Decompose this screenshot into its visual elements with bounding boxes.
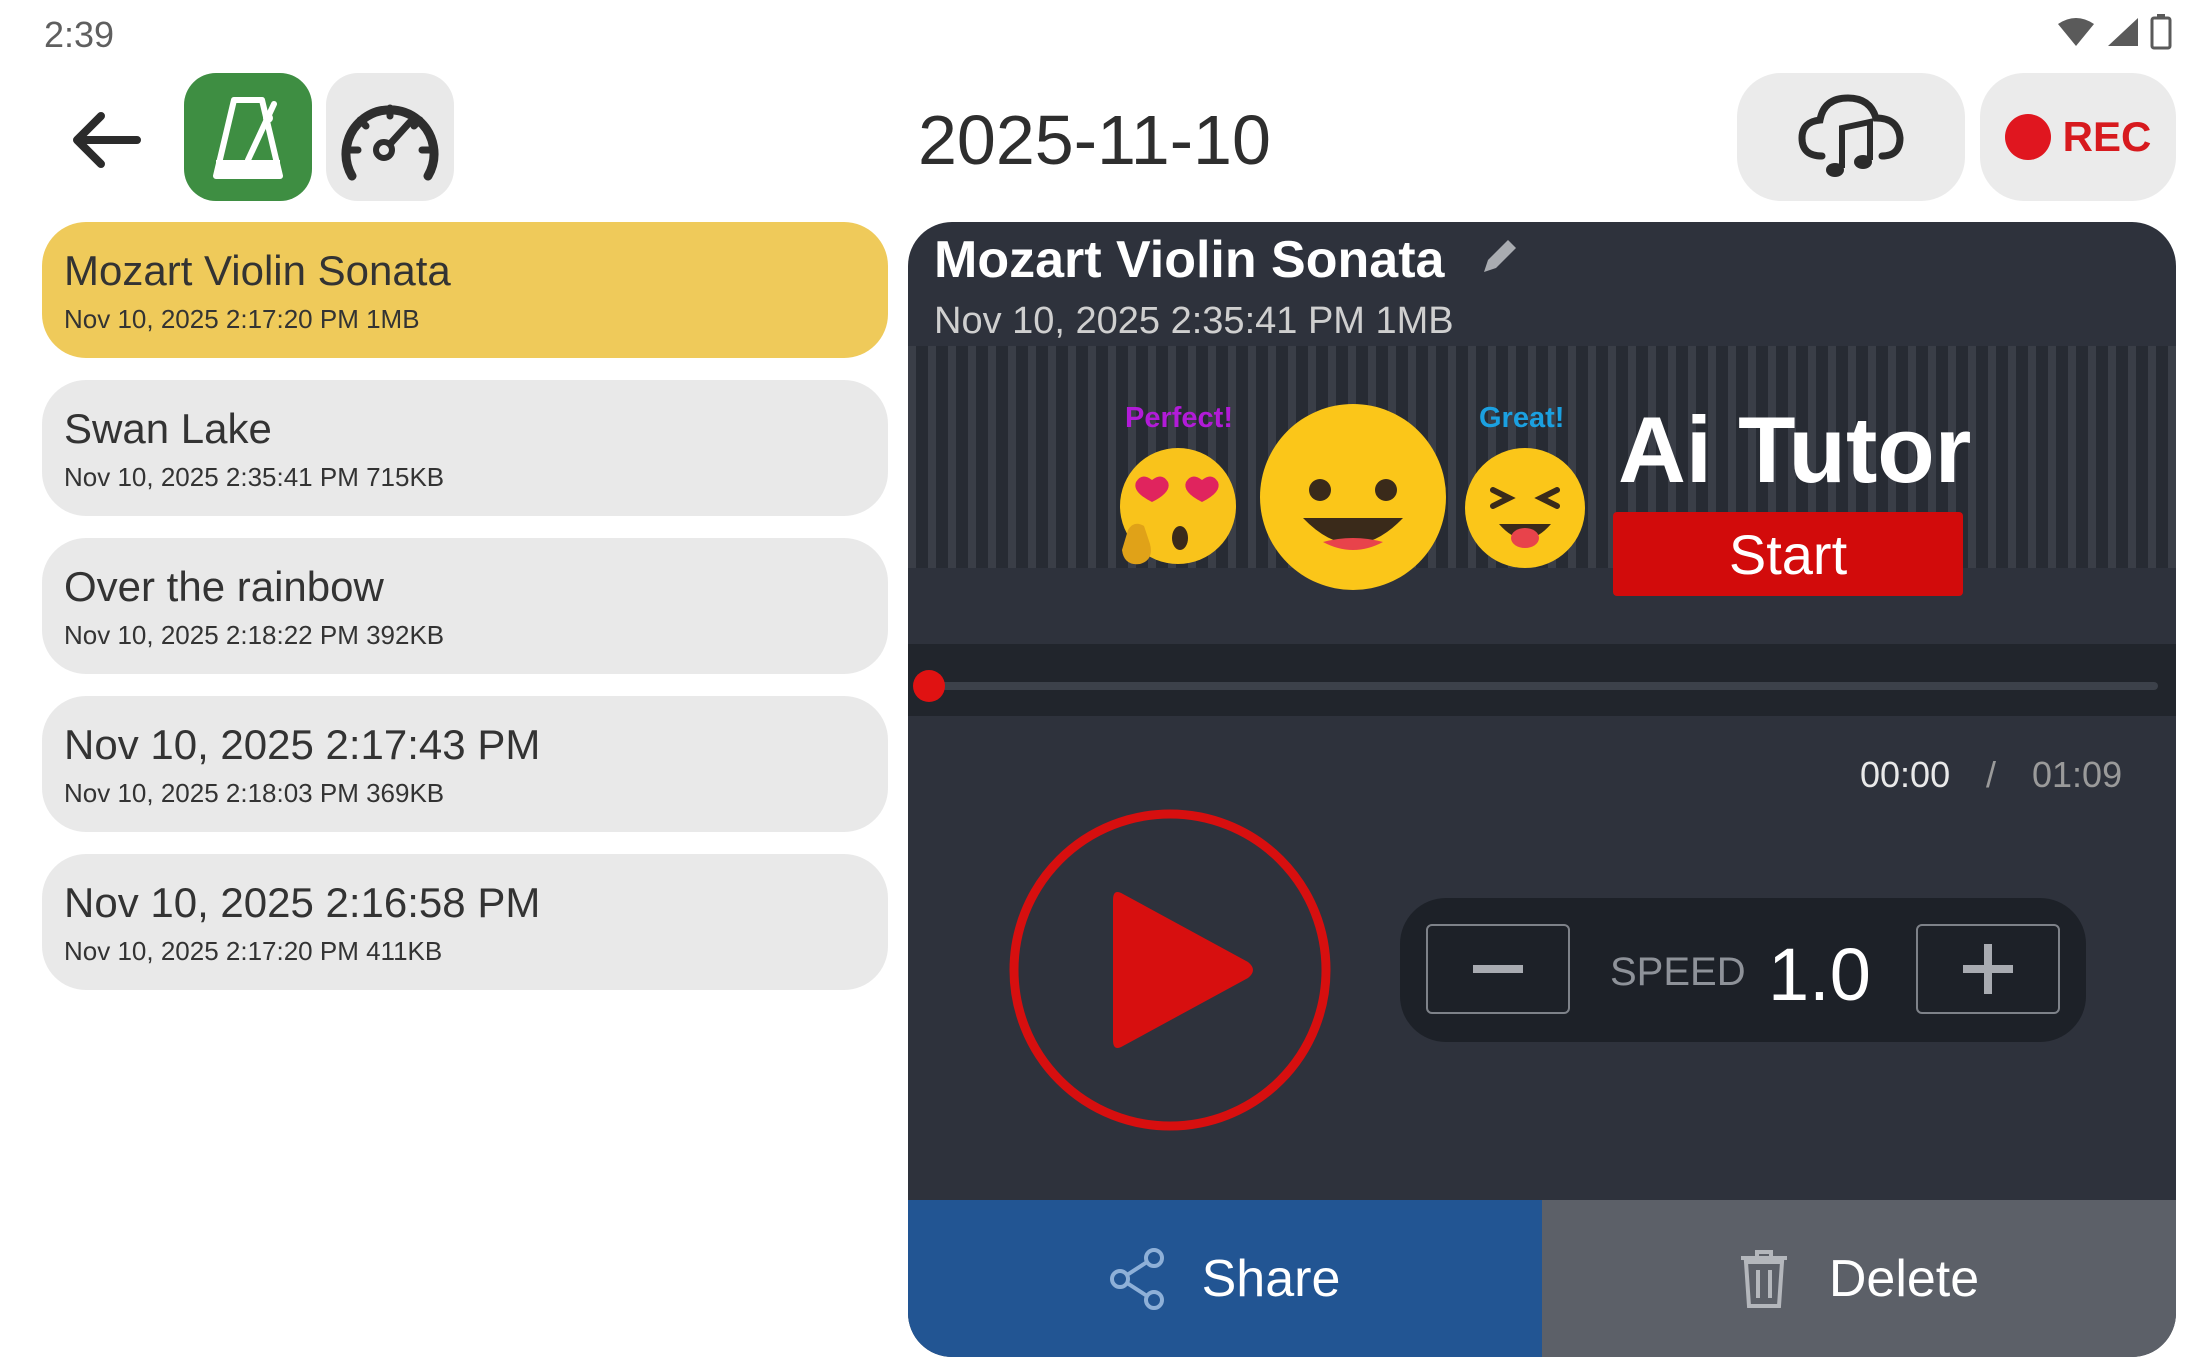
- minus-icon: [1473, 965, 1523, 973]
- list-item-meta: Nov 10, 2025 2:18:03 PM 369KB: [64, 777, 445, 808]
- list-item-title: Nov 10, 2025 2:17:43 PM: [64, 721, 541, 769]
- grinning-emoji-icon: [1260, 404, 1446, 590]
- record-dot-icon: [2004, 114, 2051, 160]
- record-label: REC: [2062, 113, 2152, 160]
- metronome-button[interactable]: [184, 73, 312, 201]
- list-item[interactable]: Swan Lake Nov 10, 2025 2:35:41 PM 715KB: [42, 380, 888, 516]
- list-item-meta: Nov 10, 2025 2:17:20 PM 1MB: [64, 303, 420, 334]
- share-label: Share: [1201, 1249, 1341, 1308]
- speed-control: SPEED 1.0: [1400, 898, 2086, 1042]
- list-item-title: Over the rainbow: [64, 563, 384, 611]
- great-label: Great!: [1479, 402, 1565, 434]
- list-item-meta: Nov 10, 2025 2:18:22 PM 392KB: [64, 619, 445, 650]
- player-panel: Mozart Violin Sonata Nov 10, 2025 2:35:4…: [908, 222, 2176, 1357]
- ai-tutor-brand: Ai Tutor: [1618, 397, 1972, 502]
- list-item[interactable]: Nov 10, 2025 2:17:43 PM Nov 10, 2025 2:1…: [42, 696, 888, 832]
- edit-title-button[interactable]: [1480, 236, 1520, 281]
- speedometer-icon: [341, 104, 439, 181]
- recording-list: Mozart Violin Sonata Nov 10, 2025 2:17:2…: [42, 222, 888, 1012]
- speedometer-button[interactable]: [326, 73, 454, 201]
- ai-tutor-banner[interactable]: Perfect! Great! Ai Tutor Start: [908, 346, 2176, 596]
- cloud-music-icon: [1798, 94, 1904, 177]
- speed-increase-button[interactable]: [1916, 924, 2060, 1014]
- player-title: Mozart Violin Sonata: [934, 231, 1445, 289]
- current-time: 00:00: [1860, 754, 1951, 795]
- cloud-music-button[interactable]: [1737, 73, 1965, 201]
- cellular-icon: [2108, 18, 2138, 46]
- status-icons: [2056, 14, 2172, 50]
- play-button[interactable]: [1008, 808, 1332, 1132]
- pencil-icon: [1484, 240, 1516, 272]
- time-separator: /: [1986, 754, 1997, 795]
- list-item-meta: Nov 10, 2025 2:17:20 PM 411KB: [64, 935, 443, 966]
- list-item-title: Nov 10, 2025 2:16:58 PM: [64, 879, 541, 927]
- play-icon: [1009, 809, 1331, 1131]
- speed-label: SPEED: [1610, 950, 1746, 994]
- perfect-label: Perfect!: [1125, 402, 1233, 434]
- player-meta: Nov 10, 2025 2:35:41 PM 1MB: [934, 300, 1454, 342]
- heart-eyes-emoji-icon: [1120, 448, 1236, 565]
- wifi-icon: [2058, 18, 2094, 46]
- seek-bar[interactable]: [928, 682, 2158, 690]
- total-time: 01:09: [2032, 754, 2123, 795]
- squinting-tongue-emoji-icon: [1465, 448, 1585, 568]
- list-item-meta: Nov 10, 2025 2:35:41 PM 715KB: [64, 461, 445, 492]
- page-title: 2025-11-10: [918, 101, 1271, 179]
- trash-icon: [1740, 1249, 1787, 1308]
- speed-decrease-button[interactable]: [1426, 924, 1570, 1014]
- share-icon: [1109, 1247, 1164, 1310]
- metronome-icon: [213, 97, 283, 179]
- list-item[interactable]: Over the rainbow Nov 10, 2025 2:18:22 PM…: [42, 538, 888, 674]
- record-button[interactable]: REC: [1980, 73, 2176, 201]
- seek-knob[interactable]: [913, 670, 945, 702]
- speed-value: 1.0: [1768, 933, 1871, 1016]
- list-item[interactable]: Mozart Violin Sonata Nov 10, 2025 2:17:2…: [42, 222, 888, 358]
- delete-label: Delete: [1828, 1249, 1980, 1308]
- battery-icon: [2150, 14, 2172, 50]
- list-item-title: Swan Lake: [64, 405, 272, 453]
- ai-tutor-start-button[interactable]: Start: [1613, 512, 1963, 596]
- back-button[interactable]: [66, 100, 146, 180]
- progress-area: [908, 644, 2176, 716]
- share-button[interactable]: Share: [908, 1200, 1542, 1357]
- status-time: 2:39: [44, 14, 115, 55]
- plus-icon: [1963, 944, 2013, 994]
- list-item[interactable]: Nov 10, 2025 2:16:58 PM Nov 10, 2025 2:1…: [42, 854, 888, 990]
- delete-button[interactable]: Delete: [1542, 1200, 2176, 1357]
- arrow-left-icon: [73, 112, 141, 168]
- list-item-title: Mozart Violin Sonata: [64, 247, 451, 295]
